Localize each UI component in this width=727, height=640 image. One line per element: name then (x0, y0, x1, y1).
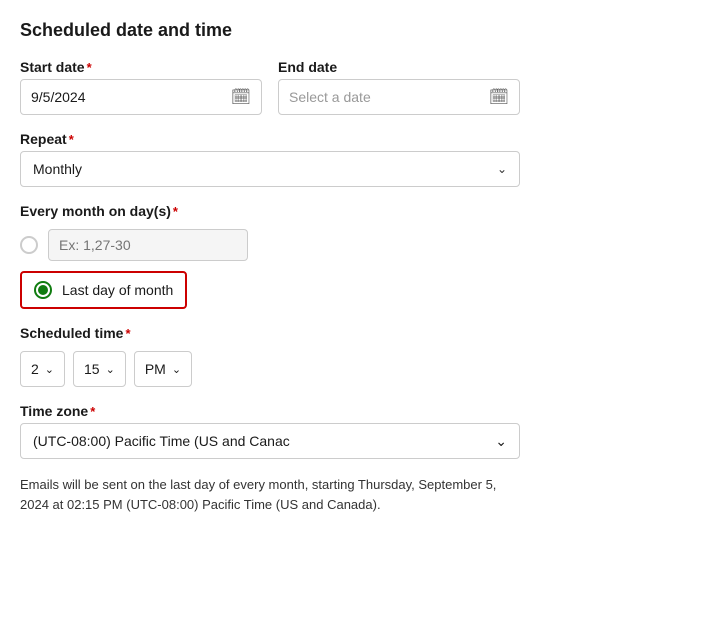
timezone-label: Time zone * (20, 403, 520, 419)
every-month-required: * (173, 204, 178, 219)
hour-select[interactable]: 2 ⌄ (20, 351, 65, 387)
form-container: Scheduled date and time Start date * 🗓 E… (20, 20, 520, 514)
minute-value: 15 (84, 361, 100, 377)
timezone-value: (UTC-08:00) Pacific Time (US and Canac (33, 433, 290, 449)
end-date-label: End date (278, 59, 520, 75)
page-title: Scheduled date and time (20, 20, 520, 41)
end-date-calendar-icon[interactable]: 🗓 (489, 87, 509, 107)
minute-select[interactable]: 15 ⌄ (73, 351, 126, 387)
start-date-label: Start date * (20, 59, 262, 75)
info-text: Emails will be sent on the last day of e… (20, 475, 520, 514)
end-date-input[interactable] (289, 89, 489, 105)
start-date-input[interactable] (31, 89, 231, 105)
period-value: PM (145, 361, 166, 377)
hour-chevron-icon: ⌄ (45, 363, 54, 376)
scheduled-time-required: * (125, 326, 130, 341)
repeat-required: * (69, 132, 74, 147)
time-row: 2 ⌄ 15 ⌄ PM ⌄ (20, 351, 520, 387)
end-date-group: End date 🗓 (278, 59, 520, 115)
scheduled-time-group: Scheduled time * 2 ⌄ 15 ⌄ PM ⌄ (20, 325, 520, 387)
hour-value: 2 (31, 361, 39, 377)
repeat-label: Repeat * (20, 131, 520, 147)
date-row: Start date * 🗓 End date 🗓 (20, 59, 520, 115)
scheduled-time-label: Scheduled time * (20, 325, 520, 341)
repeat-select[interactable]: Monthly ⌄ (20, 151, 520, 187)
repeat-value: Monthly (33, 161, 82, 177)
period-select[interactable]: PM ⌄ (134, 351, 192, 387)
every-month-group: Every month on day(s) * Last day of mont… (20, 203, 520, 309)
timezone-required: * (90, 404, 95, 419)
repeat-group: Repeat * Monthly ⌄ (20, 131, 520, 187)
day-options: Last day of month (20, 229, 520, 309)
day-input-field[interactable] (48, 229, 248, 261)
end-date-input-wrapper[interactable]: 🗓 (278, 79, 520, 115)
timezone-chevron-icon: ⌄ (495, 433, 507, 450)
start-date-required: * (87, 60, 92, 75)
timezone-group: Time zone * (UTC-08:00) Pacific Time (US… (20, 403, 520, 459)
start-date-calendar-icon[interactable]: 🗓 (231, 87, 251, 107)
last-day-radio[interactable] (34, 281, 52, 299)
start-date-input-wrapper[interactable]: 🗓 (20, 79, 262, 115)
start-date-group: Start date * 🗓 (20, 59, 262, 115)
last-day-option[interactable]: Last day of month (20, 271, 187, 309)
minute-chevron-icon: ⌄ (106, 363, 115, 376)
day-input-radio[interactable] (20, 236, 38, 254)
last-day-label: Last day of month (62, 282, 173, 298)
day-input-option (20, 229, 520, 261)
repeat-chevron-icon: ⌄ (497, 162, 507, 176)
timezone-select[interactable]: (UTC-08:00) Pacific Time (US and Canac ⌄ (20, 423, 520, 459)
every-month-label: Every month on day(s) * (20, 203, 520, 219)
period-chevron-icon: ⌄ (172, 363, 181, 376)
